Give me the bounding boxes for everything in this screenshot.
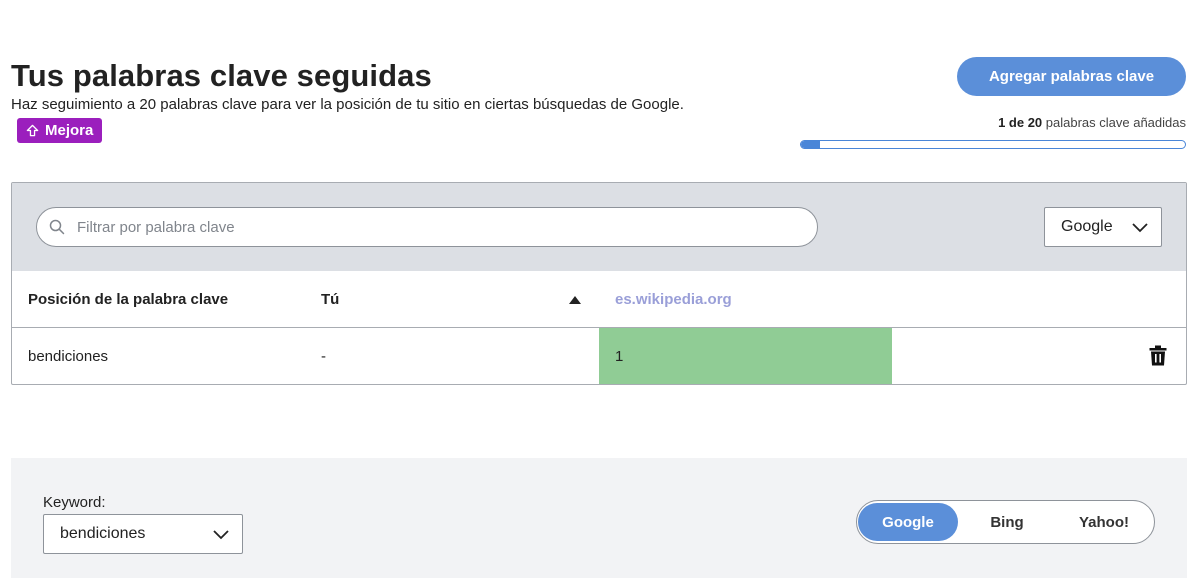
- engine-toggle: Google Bing Yahoo!: [856, 500, 1155, 544]
- keyword-chart-controls: Keyword: bendiciones Google Bing Yahoo!: [11, 458, 1187, 578]
- filter-bar: Google: [12, 183, 1186, 271]
- keyword-count: 1 de 20 palabras clave añadidas: [998, 115, 1186, 130]
- sort-ascending-icon[interactable]: [569, 296, 581, 304]
- add-keywords-button[interactable]: Agregar palabras clave: [957, 57, 1186, 96]
- engine-toggle-google[interactable]: Google: [858, 503, 958, 541]
- keywords-panel: Google Posición de la palabra clave Tú e…: [11, 182, 1187, 385]
- arrow-up-icon: [26, 124, 39, 137]
- keyword-progress-fill: [801, 141, 821, 148]
- table-row: bendiciones - 1: [12, 328, 1186, 384]
- search-input[interactable]: [77, 218, 777, 236]
- keyword-count-strong: 1 de 20: [998, 115, 1043, 130]
- column-header-competitor[interactable]: es.wikipedia.org: [615, 291, 732, 308]
- row-keyword: bendiciones: [28, 348, 109, 365]
- trash-icon[interactable]: [1149, 345, 1167, 366]
- keyword-count-rest: palabras clave añadidas: [1042, 115, 1186, 130]
- upgrade-badge-label: Mejora: [45, 122, 94, 139]
- column-header-keyword[interactable]: Posición de la palabra clave: [28, 291, 228, 308]
- chevron-down-icon: [1132, 223, 1148, 233]
- keyword-select-label: Keyword:: [43, 494, 106, 511]
- page-title: Tus palabras clave seguidas: [11, 58, 432, 93]
- search-icon: [49, 219, 65, 235]
- keyword-dropdown-value: bendiciones: [60, 525, 146, 542]
- row-your-rank: -: [321, 348, 326, 365]
- table-header: Posición de la palabra clave Tú es.wikip…: [12, 271, 1186, 328]
- column-header-you[interactable]: Tú: [321, 291, 339, 308]
- row-competitor-rank-cell: 1: [599, 328, 892, 384]
- keyword-dropdown[interactable]: bendiciones: [43, 514, 243, 554]
- engine-toggle-bing[interactable]: Bing: [958, 503, 1056, 541]
- keyword-progress-bar: [800, 140, 1186, 149]
- chevron-down-icon: [213, 530, 229, 540]
- row-competitor-rank: 1: [615, 348, 624, 365]
- search-box[interactable]: [36, 207, 818, 247]
- engine-dropdown-value: Google: [1061, 218, 1113, 235]
- page-subtitle: Haz seguimiento a 20 palabras clave para…: [11, 96, 684, 113]
- engine-dropdown[interactable]: Google: [1044, 207, 1162, 247]
- engine-toggle-yahoo[interactable]: Yahoo!: [1056, 503, 1152, 541]
- upgrade-badge[interactable]: Mejora: [17, 118, 103, 143]
